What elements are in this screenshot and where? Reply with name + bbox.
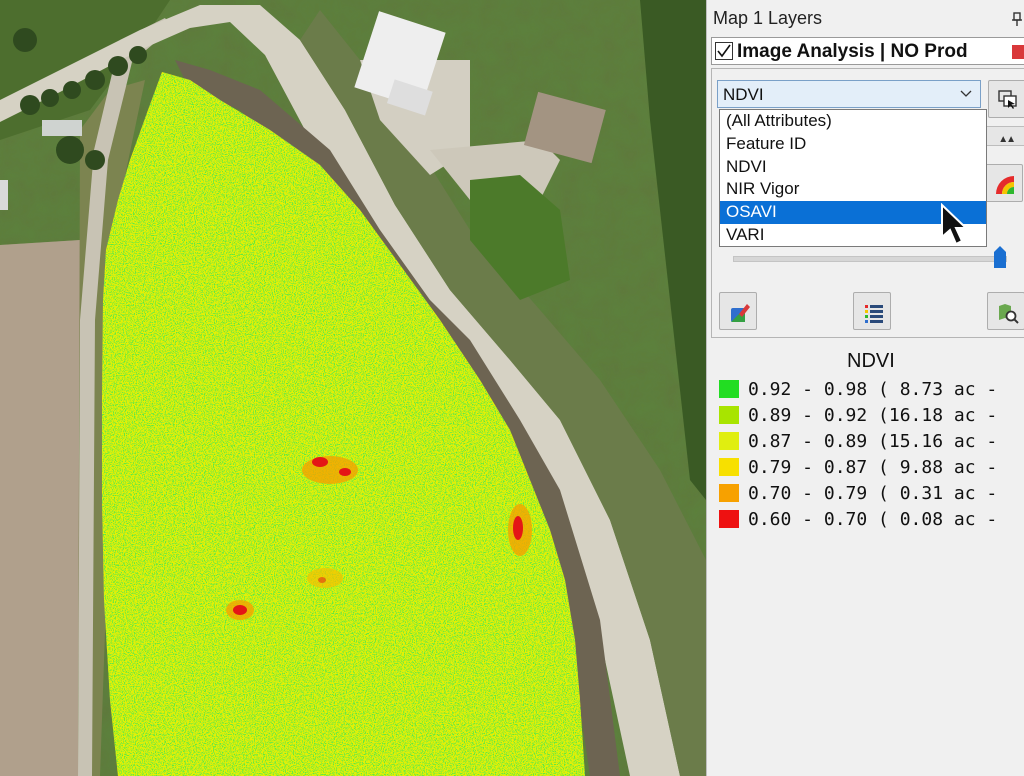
attribute-option[interactable]: Feature ID xyxy=(720,133,986,156)
legend-list-button[interactable] xyxy=(853,292,891,330)
list-icon xyxy=(865,305,883,323)
attribute-option[interactable]: NDVI xyxy=(720,156,986,179)
layer-visibility-checkbox[interactable] xyxy=(715,42,733,60)
map-canvas xyxy=(0,0,706,776)
legend-row: 0.87 - 0.89 (15.16 ac - xyxy=(719,430,1024,452)
legend-row: 0.92 - 0.98 ( 8.73 ac - xyxy=(719,378,1024,400)
transparency-slider-thumb[interactable] xyxy=(993,246,1006,268)
layer-select-icon xyxy=(998,90,1017,109)
attribute-dropdown[interactable]: NDVI xyxy=(717,80,981,108)
legend-swatch xyxy=(719,406,739,424)
legend-row-text: 0.60 - 0.70 ( 0.08 ac - xyxy=(748,509,998,530)
edit-layer-button[interactable] xyxy=(719,292,757,330)
legend-row-text: 0.79 - 0.87 ( 9.88 ac - xyxy=(748,457,998,478)
edit-layer-icon xyxy=(731,304,750,322)
layers-panel: Map 1 Layers Image Analysis | NO Prod ND… xyxy=(706,0,1024,776)
panel-title: Map 1 Layers xyxy=(713,8,823,28)
legend-row-text: 0.87 - 0.89 (15.16 ac - xyxy=(748,431,998,452)
check-icon xyxy=(717,44,731,58)
layer-header[interactable]: Image Analysis | NO Prod xyxy=(711,37,1024,65)
pin-icon[interactable] xyxy=(1012,12,1022,26)
close-icon[interactable] xyxy=(1012,45,1024,59)
legend-swatch xyxy=(719,432,739,450)
transparency-slider-track[interactable] xyxy=(733,256,1007,262)
legend-row: 0.89 - 0.92 (16.18 ac - xyxy=(719,404,1024,426)
zoom-map-icon xyxy=(999,304,1019,324)
legend-swatch xyxy=(719,484,739,502)
legend-row-text: 0.70 - 0.79 ( 0.31 ac - xyxy=(748,483,998,504)
legend-row: 0.60 - 0.70 ( 0.08 ac - xyxy=(719,508,1024,530)
legend-row: 0.79 - 0.87 ( 9.88 ac - xyxy=(719,456,1024,478)
attribute-option[interactable]: NIR Vigor xyxy=(720,178,986,201)
legend-row-text: 0.89 - 0.92 (16.18 ac - xyxy=(748,405,998,426)
layer-name: Image Analysis | NO Prod xyxy=(737,41,968,62)
collapse-up-icon: ▲▲ xyxy=(998,134,1016,145)
color-ramp-button[interactable] xyxy=(985,164,1023,202)
map-view[interactable] xyxy=(0,0,706,776)
legend-swatch xyxy=(719,458,739,476)
legend-row: 0.70 - 0.79 ( 0.31 ac - xyxy=(719,482,1024,504)
color-ramp-icon xyxy=(996,176,1014,194)
legend-title: NDVI xyxy=(847,350,895,372)
zoom-map-button[interactable] xyxy=(987,292,1024,330)
attribute-dropdown-value: NDVI xyxy=(723,85,764,104)
mouse-cursor-icon xyxy=(941,203,968,246)
layer-select-button[interactable] xyxy=(988,80,1024,118)
attribute-option[interactable]: (All Attributes) xyxy=(720,110,986,133)
legend-swatch xyxy=(719,510,739,528)
chevron-down-icon xyxy=(960,90,972,97)
legend-swatch xyxy=(719,380,739,398)
legend-row-text: 0.92 - 0.98 ( 8.73 ac - xyxy=(748,379,998,400)
